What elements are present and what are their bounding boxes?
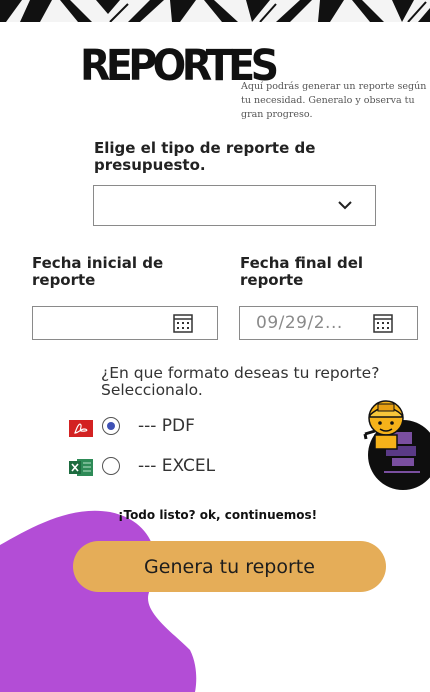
- start-date-label: Fecha inicial de reporte: [32, 254, 164, 289]
- chevron-down-icon: [338, 201, 352, 210]
- report-type-label: Elige el tipo de reporte de presupuesto.: [94, 139, 316, 174]
- helper-mascot-icon[interactable]: [363, 398, 409, 450]
- ready-text: ¡Todo listo? ok, continuemos!: [118, 508, 318, 522]
- end-date-value: 09/29/2...: [256, 313, 343, 333]
- start-date-input[interactable]: [32, 306, 218, 340]
- pdf-file-icon: [69, 420, 93, 437]
- radio-selected-dot: [107, 422, 115, 430]
- excel-radio[interactable]: [102, 457, 120, 475]
- excel-file-icon: [69, 459, 93, 476]
- intro-text: Aquí podrás generar un reporte según tu …: [241, 81, 427, 120]
- pattern-banner: [0, 0, 430, 22]
- reportes-logo: REPORTES: [80, 41, 279, 91]
- pdf-option-label[interactable]: --- PDF: [138, 416, 195, 436]
- end-date-input[interactable]: 09/29/2...: [239, 306, 418, 340]
- pdf-radio[interactable]: [102, 417, 120, 435]
- format-question: ¿En que formato deseas tu reporte? Selec…: [101, 364, 380, 399]
- calendar-icon[interactable]: [173, 313, 193, 333]
- end-date-label: Fecha final del reporte: [240, 254, 364, 289]
- report-type-select[interactable]: [93, 185, 376, 226]
- excel-option-label[interactable]: --- EXCEL: [138, 456, 215, 476]
- generate-report-button[interactable]: Genera tu reporte: [73, 541, 386, 592]
- calendar-icon[interactable]: [373, 313, 393, 333]
